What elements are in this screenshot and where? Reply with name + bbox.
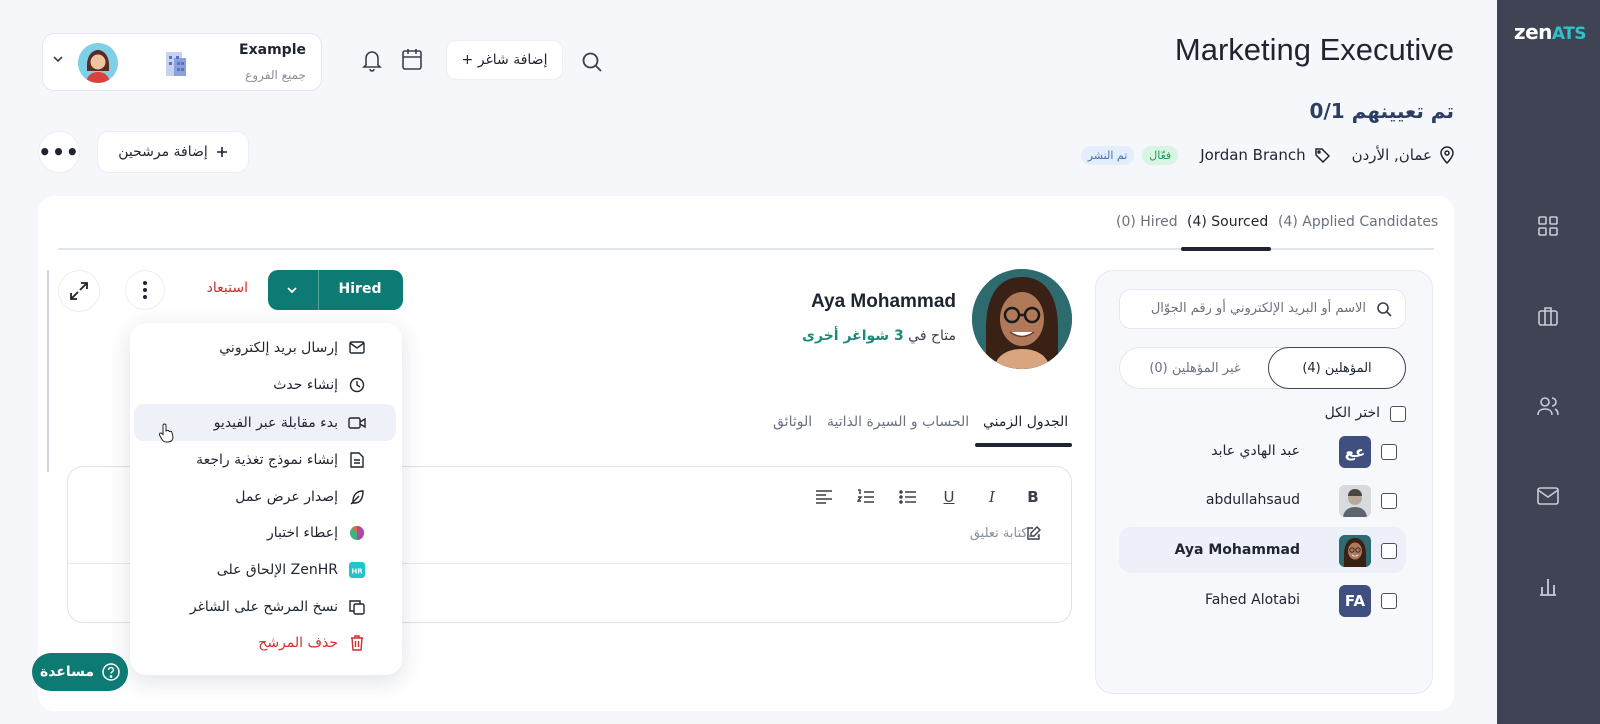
unqualified-tab[interactable]: غير المؤهلين (0)	[1122, 347, 1268, 389]
candidate-name-heading: Aya Mohammad	[811, 291, 956, 312]
scrollbar[interactable]	[47, 270, 49, 472]
plus-icon	[216, 146, 228, 158]
calendar-icon[interactable]	[401, 47, 423, 71]
org-name: Example	[239, 42, 306, 58]
user-avatar[interactable]	[78, 43, 118, 83]
tab-profile-resume[interactable]: الحساب و السيرة الذاتية	[827, 414, 969, 430]
candidate-name: Fahed Alotabi	[1204, 592, 1300, 608]
right-sidebar	[1497, 0, 1600, 724]
document-icon	[348, 451, 366, 469]
candidate-avatar	[1339, 485, 1371, 517]
org-branch-label: جميع الفروع	[245, 68, 306, 82]
published-badge: تم النشر	[1080, 145, 1135, 165]
hired-count: 0/1 تم تعيينهم	[1309, 99, 1454, 123]
menu-item-create-feedback-form[interactable]: إنشاء نموذج تغذية راجعة	[134, 441, 396, 478]
help-button[interactable]: مساعدة	[32, 653, 128, 691]
mail-icon[interactable]	[1534, 482, 1562, 510]
candidate-checkbox[interactable]	[1381, 593, 1397, 609]
bell-icon[interactable]	[361, 48, 383, 72]
expand-icon[interactable]	[58, 270, 100, 312]
tab-hired[interactable]: (0) Hired	[1116, 214, 1178, 230]
video-icon	[348, 414, 366, 432]
menu-item-delete-candidate[interactable]: حذف المرشح	[134, 624, 396, 661]
candidate-name: Aya Mohammad	[1174, 542, 1300, 558]
tag-icon	[1314, 147, 1330, 163]
job-location: عمان, الأردن	[1351, 146, 1432, 164]
menu-item-copy-candidate[interactable]: نسخ المرشح على الشاغر	[134, 588, 396, 625]
zenats-logo[interactable]: zenATS	[1507, 20, 1593, 44]
dashboard-icon[interactable]	[1534, 212, 1562, 240]
brain-icon	[348, 524, 366, 542]
briefcase-icon[interactable]	[1534, 302, 1562, 330]
candidate-avatar: عع	[1339, 436, 1371, 468]
active-tab-indicator	[1181, 247, 1271, 251]
candidate-checkbox[interactable]	[1381, 493, 1397, 509]
location-icon	[1440, 146, 1454, 164]
question-icon	[102, 663, 120, 681]
stage-dropdown-button[interactable]: Hired	[268, 270, 403, 310]
more-options-button[interactable]: •••	[38, 131, 80, 173]
copy-icon	[348, 598, 366, 616]
qualified-tab[interactable]: المؤهلين (4)	[1268, 347, 1406, 389]
candidate-checkbox[interactable]	[1381, 543, 1397, 559]
job-branch: Jordan Branch	[1200, 146, 1306, 164]
mail-icon	[348, 339, 366, 357]
edit-icon	[1026, 526, 1041, 541]
tab-applied[interactable]: (4) Applied Candidates	[1278, 214, 1438, 230]
menu-item-issue-job-offer[interactable]: إصدار عرض عمل	[134, 478, 396, 515]
align-icon[interactable]	[812, 485, 836, 509]
candidate-photo	[972, 269, 1072, 369]
menu-item-create-event[interactable]: إنشاء حدث	[134, 366, 396, 403]
bullet-list-icon[interactable]	[896, 485, 920, 509]
tab-timeline[interactable]: الجدول الزمني	[983, 414, 1068, 430]
feather-icon	[348, 488, 366, 506]
candidate-actions-button[interactable]	[125, 270, 165, 310]
job-meta: عمان, الأردن Jordan Branch فعّال تم النش…	[1080, 143, 1454, 167]
candidate-availability[interactable]: متاح في 3 شواغر أخرى	[760, 328, 956, 344]
status-badge: فعّال	[1142, 145, 1179, 165]
search-icon	[1376, 301, 1392, 317]
zenhr-icon: HR	[348, 561, 366, 579]
add-candidates-button[interactable]: إضافة مرشحين	[97, 131, 249, 173]
tab-documents[interactable]: الوثائق	[773, 414, 812, 430]
candidate-name: abdullahsaud	[1205, 492, 1300, 508]
add-job-button[interactable]: + إضافة شاغر	[446, 40, 563, 80]
svg-text:HR: HR	[351, 567, 363, 575]
candidate-search-input[interactable]: الاسم أو البريد الإلكتروني أو رقم الجوّا…	[1119, 289, 1406, 329]
bold-button[interactable]: B	[1021, 485, 1045, 509]
cursor-hand-icon	[158, 423, 174, 443]
menu-item-send-email[interactable]: إرسال بريد إلكتروني	[134, 329, 396, 366]
menu-item-add-to-zenhr[interactable]: الإلحاق على ZenHR HR	[134, 551, 396, 588]
comment-placeholder[interactable]: كتابة تعليق...	[900, 526, 1040, 541]
users-icon[interactable]	[1534, 392, 1562, 420]
numbered-list-icon[interactable]	[854, 485, 878, 509]
candidate-name: عبد الهادي عابد	[1211, 443, 1300, 459]
candidate-checkbox[interactable]	[1381, 444, 1397, 460]
menu-item-give-test[interactable]: إعطاء اختبار	[134, 514, 396, 551]
select-all-label: اختر الكل	[1324, 405, 1380, 421]
reports-icon[interactable]	[1534, 572, 1562, 600]
trash-icon	[348, 634, 366, 652]
underline-button[interactable]: U	[937, 485, 961, 509]
select-all-checkbox[interactable]	[1390, 406, 1406, 422]
chevron-down-icon[interactable]	[286, 286, 298, 294]
active-profile-tab-indicator	[975, 443, 1072, 447]
candidate-avatar: FA	[1339, 585, 1371, 617]
italic-button[interactable]: I	[980, 485, 1004, 509]
candidate-avatar	[1339, 535, 1371, 567]
chevron-down-icon[interactable]	[52, 55, 64, 63]
building-icon	[162, 48, 190, 78]
tab-sourced[interactable]: (4) Sourced	[1187, 214, 1268, 230]
job-title: Marketing Executive	[1174, 32, 1454, 67]
clock-icon	[348, 376, 366, 394]
search-icon[interactable]	[581, 51, 603, 73]
reject-button[interactable]: استبعاد	[188, 280, 248, 296]
